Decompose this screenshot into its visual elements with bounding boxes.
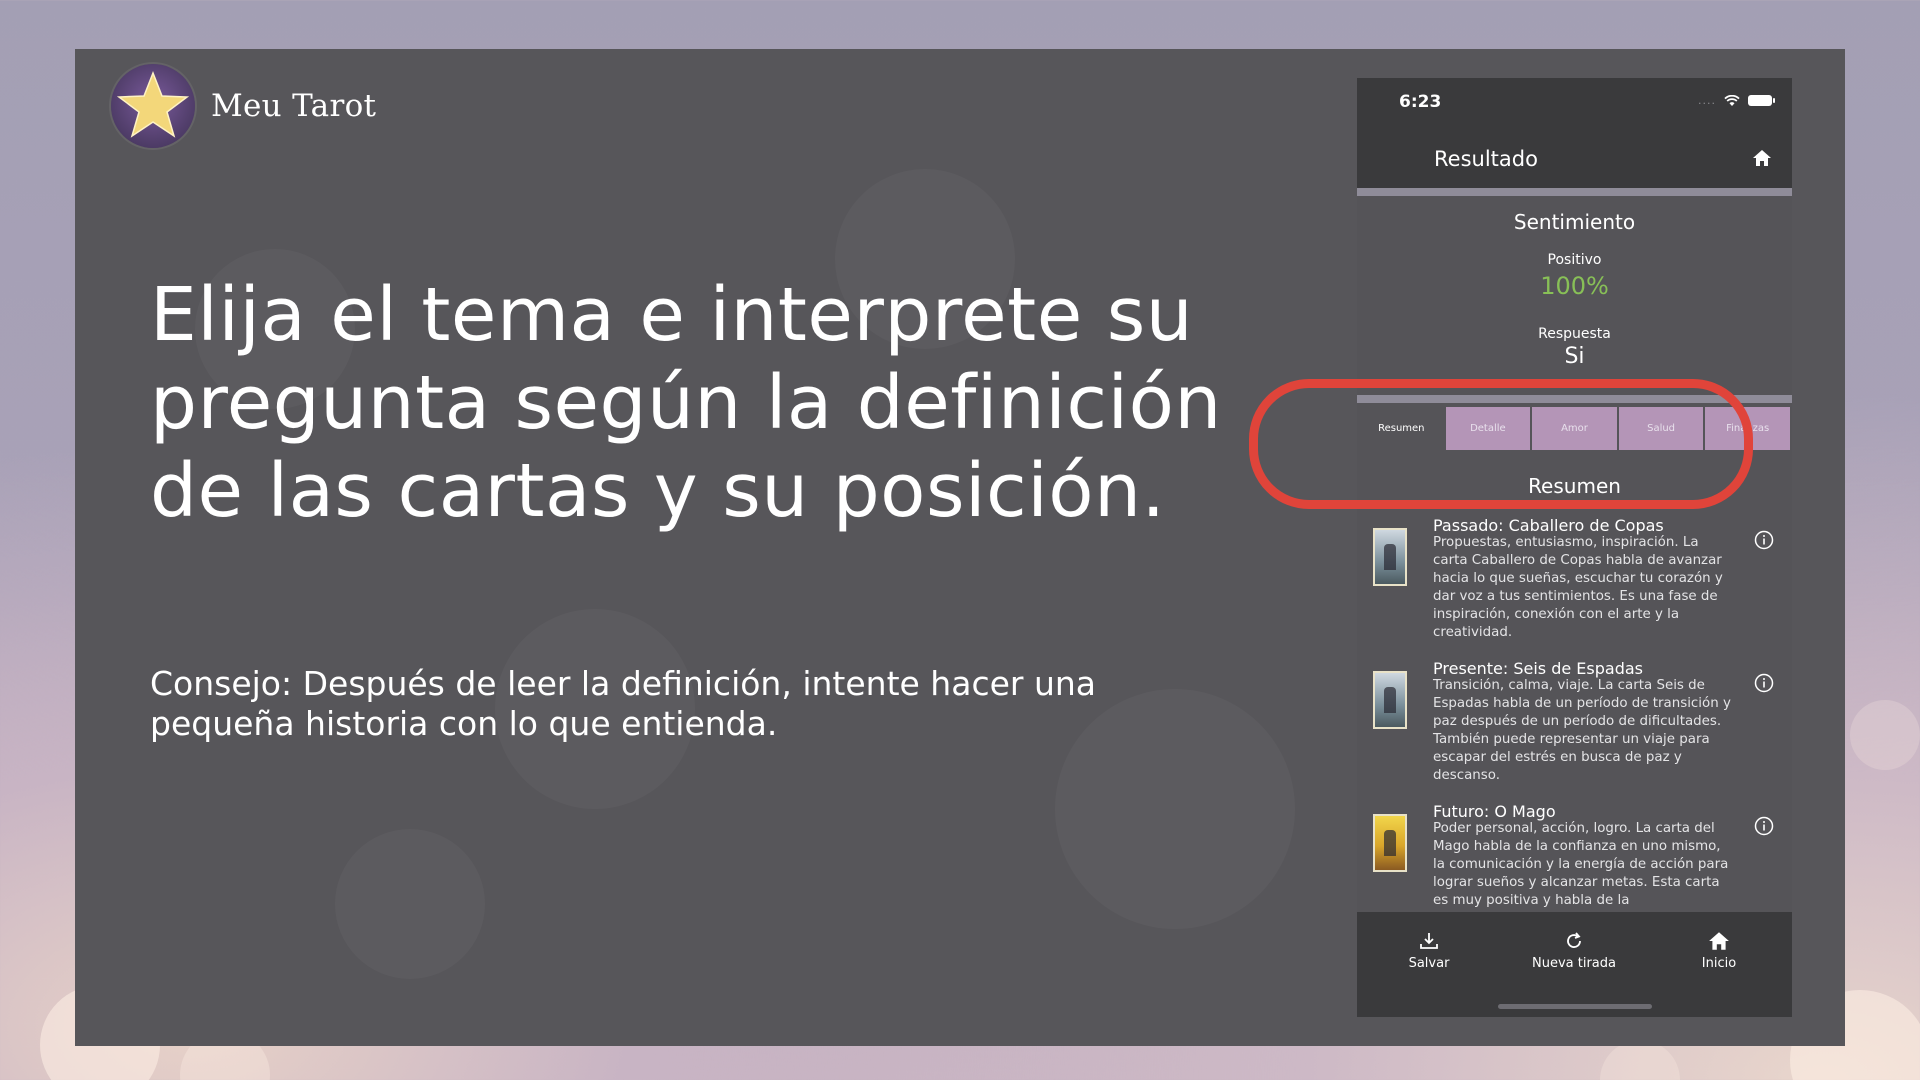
home-label: Inicio [1701,956,1737,971]
card-list: Passado: Caballero de Copas Propuestas, … [1357,516,1792,945]
bokeh-light [1850,700,1920,770]
phone-screenshot: 6:23 .... Resultado Sentimiento Positivo… [1357,78,1792,1017]
headline: Elija el tema e interprete su pregunta s… [150,272,1222,534]
card-description: Propuestas, entusiasmo, inspiración. La … [1433,535,1723,640]
slide-panel: Meu Tarot Elija el tema e interprete su … [75,49,1845,1046]
tip-text: Consejo: Después de leer la definición, … [150,664,1096,743]
refresh-icon [1567,932,1581,948]
status-icons: .... [1698,94,1775,107]
nav-title: Resultado [1434,147,1538,171]
home-icon[interactable] [1752,148,1772,168]
home-icon [1709,932,1729,950]
info-icon[interactable] [1754,530,1774,550]
save-button[interactable]: Salvar [1374,930,1484,971]
home-indicator [1498,1004,1652,1009]
wifi-icon [1724,94,1740,106]
positive-label: Positivo [1547,252,1602,268]
answer-value: Si [1564,344,1585,369]
highlight-circle [1249,379,1753,509]
status-time: 6:23 [1399,92,1442,112]
list-item: Presente: Seis de Espadas Transición, ca… [1357,659,1792,802]
card-title: Presente: Seis de Espadas [1433,659,1644,678]
answer-label: Respuesta [1538,326,1611,342]
list-item: Passado: Caballero de Copas Propuestas, … [1357,516,1792,659]
card-title: Futuro: O Mago [1433,802,1556,821]
positive-value: 100% [1540,272,1609,300]
battery-icon [1748,95,1775,106]
brand: Meu Tarot [111,64,376,148]
bottom-tab-bar: Salvar Nueva tirada Inicio [1357,912,1792,1017]
info-icon[interactable] [1754,673,1774,693]
new-reading-label: Nueva tirada [1532,956,1616,971]
tarot-card-thumbnail [1373,528,1407,586]
tarot-card-thumbnail [1373,814,1407,872]
new-reading-button[interactable]: Nueva tirada [1519,930,1629,971]
download-icon [1420,933,1438,949]
bokeh-light [1600,1040,1680,1080]
home-button[interactable]: Inicio [1664,930,1774,971]
status-bar: 6:23 .... [1357,78,1792,130]
star-logo-icon [111,64,195,148]
brand-name: Meu Tarot [211,88,377,124]
nav-bar: Resultado [1357,130,1792,188]
card-description: Transición, calma, viaje. La carta Seis … [1433,678,1731,783]
tarot-card-thumbnail [1373,671,1407,729]
save-label: Salvar [1408,956,1450,971]
sentiment-title: Sentimiento [1513,210,1636,234]
card-description: Poder personal, acción, logro. La carta … [1433,821,1729,908]
card-title: Passado: Caballero de Copas [1433,516,1664,535]
info-icon[interactable] [1754,816,1774,836]
signal-icon: .... [1698,94,1716,107]
divider [1357,188,1792,196]
